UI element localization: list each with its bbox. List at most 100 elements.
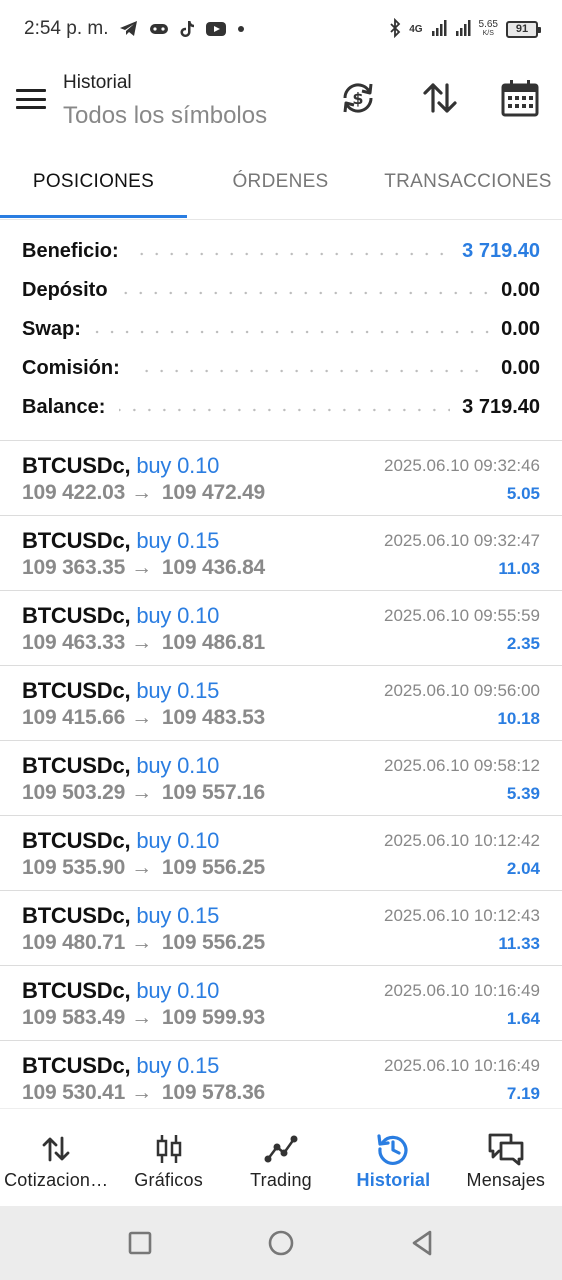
positions-list: BTCUSDc, buy 0.10 109 422.03 → 109 472.49 … [0, 441, 562, 1106]
nav-item-trading[interactable]: Trading [225, 1109, 337, 1206]
price-arrow: → [131, 481, 152, 504]
list-item[interactable]: BTCUSDc, buy 0.10 109 422.03 → 109 472.49 … [0, 441, 562, 516]
nav-item-messages[interactable]: Mensajes [450, 1109, 562, 1206]
nav-item-quotes[interactable]: Cotizacion… [0, 1109, 112, 1206]
price-arrow: → [131, 1081, 152, 1104]
nav-label: Cotizacion… [4, 1170, 109, 1190]
calendar-icon[interactable] [500, 78, 540, 118]
summary-value: 0.00 [501, 357, 540, 379]
position-prices: 109 480.71 → 109 556.25 [22, 931, 265, 955]
dot-leader [133, 367, 490, 374]
app-header: Historial Todos los símbolos $ [0, 58, 562, 144]
position-time: 2025.06.10 09:55:59 [384, 606, 540, 625]
arrows-updown-icon [41, 1131, 71, 1167]
net-speed-value: 5.65 [478, 19, 498, 30]
close-price: 109 599.93 [161, 1006, 266, 1029]
list-item[interactable]: BTCUSDc, buy 0.10 109 583.49 → 109 599.93 … [0, 966, 562, 1041]
list-item[interactable]: BTCUSDc, buy 0.10 109 503.29 → 109 557.16 … [0, 741, 562, 816]
list-item[interactable]: BTCUSDc, buy 0.10 109 535.90 → 109 556.25 … [0, 816, 562, 891]
position-time: 2025.06.10 10:16:49 [384, 1056, 540, 1075]
home-icon[interactable] [261, 1223, 301, 1263]
dot-leader [121, 289, 490, 296]
position-profit: 11.33 [498, 934, 540, 953]
close-price: 109 556.25 [161, 931, 266, 954]
tab-orders[interactable]: ÓRDENES [187, 150, 374, 214]
nav-item-charts[interactable]: Gráficos [112, 1109, 224, 1206]
position-time: 2025.06.10 10:12:42 [384, 831, 540, 850]
close-price: 109 578.36 [161, 1081, 266, 1104]
history-icon [376, 1131, 410, 1167]
trade-side: buy 0.15 [136, 528, 220, 553]
history-tabs: POSICIONES ÓRDENES TRANSACCIONES [0, 150, 562, 220]
symbol-name: BTCUSDc, [22, 753, 131, 778]
summary-row-profit: Beneficio: 3 719.40 [0, 232, 562, 271]
price-arrow: → [131, 706, 152, 729]
symbol-name: BTCUSDc, [22, 828, 131, 853]
system-navigation-bar [0, 1206, 562, 1280]
open-price: 109 480.71 [22, 931, 126, 954]
open-price: 109 463.33 [22, 631, 126, 654]
tab-transactions[interactable]: TRANSACCIONES [374, 150, 562, 214]
position-prices: 109 363.35 → 109 436.84 [22, 556, 265, 580]
candlestick-icon [154, 1131, 184, 1167]
nav-label: Trading [250, 1170, 312, 1190]
position-symbol: BTCUSDc, buy 0.10 [22, 828, 219, 854]
youtube-icon [205, 21, 227, 37]
trend-line-icon [264, 1131, 298, 1167]
back-icon[interactable] [402, 1223, 442, 1263]
position-prices: 109 422.03 → 109 472.49 [22, 481, 265, 505]
close-price: 109 472.49 [161, 481, 266, 504]
list-item[interactable]: BTCUSDc, buy 0.10 109 463.33 → 109 486.81 … [0, 591, 562, 666]
open-price: 109 363.35 [22, 556, 126, 579]
telegram-icon [119, 20, 139, 38]
position-profit: 2.35 [506, 634, 540, 653]
status-left: 2:54 p. m. [24, 18, 245, 40]
list-item[interactable]: BTCUSDc, buy 0.15 109 363.35 → 109 436.84 … [0, 516, 562, 591]
list-item[interactable]: BTCUSDc, buy 0.15 109 415.66 → 109 483.53 … [0, 666, 562, 741]
list-item[interactable]: BTCUSDc, buy 0.15 109 530.41 → 109 578.36 … [0, 1041, 562, 1106]
nav-label: Mensajes [466, 1170, 546, 1190]
status-time: 2:54 p. m. [24, 18, 109, 39]
position-time: 2025.06.10 09:32:47 [384, 531, 540, 550]
position-symbol: BTCUSDc, buy 0.15 [22, 903, 219, 929]
position-profit: 10.18 [497, 709, 540, 728]
summary-label: Balance: [22, 396, 106, 418]
summary-row-swap: Swap: 0.00 [0, 310, 562, 349]
position-prices: 109 530.41 → 109 578.36 [22, 1081, 265, 1105]
open-price: 109 503.29 [22, 781, 126, 804]
nav-label: Historial [356, 1170, 431, 1190]
price-arrow: → [131, 856, 152, 879]
symbol-name: BTCUSDc, [22, 528, 131, 553]
network-type: 4G [409, 23, 423, 35]
symbol-filter[interactable]: Todos los símbolos [63, 102, 267, 130]
summary-value: 3 719.40 [462, 396, 540, 418]
position-time: 2025.06.10 10:16:49 [384, 981, 540, 1000]
summary-value: 0.00 [501, 318, 540, 340]
summary-label: Swap: [22, 318, 81, 340]
page-title: Historial [63, 72, 132, 93]
hamburger-menu-icon[interactable] [16, 86, 46, 112]
symbol-name: BTCUSDc, [22, 1053, 131, 1078]
summary-label: Depósito [22, 279, 108, 301]
position-symbol: BTCUSDc, buy 0.15 [22, 1053, 219, 1079]
position-time: 2025.06.10 09:56:00 [384, 681, 540, 700]
currency-exchange-icon[interactable]: $ [338, 78, 378, 118]
status-bar: 2:54 p. m. 4G 5.65 K/S 91 [0, 0, 562, 58]
position-profit: 2.04 [506, 859, 540, 878]
symbol-name: BTCUSDc, [22, 678, 131, 703]
bluetooth-icon [389, 17, 401, 41]
recents-icon[interactable] [120, 1223, 160, 1263]
close-price: 109 436.84 [161, 556, 266, 579]
sort-icon[interactable] [420, 78, 460, 118]
symbol-name: BTCUSDc, [22, 603, 131, 628]
status-right: 4G 5.65 K/S 91 [389, 17, 541, 41]
price-arrow: → [131, 631, 152, 654]
trade-side: buy 0.10 [136, 603, 220, 628]
svg-text:$: $ [352, 89, 363, 108]
tiktok-icon [179, 20, 195, 38]
list-item[interactable]: BTCUSDc, buy 0.15 109 480.71 → 109 556.25 … [0, 891, 562, 966]
position-symbol: BTCUSDc, buy 0.15 [22, 528, 219, 554]
nav-item-history[interactable]: Historial [337, 1109, 449, 1206]
gamepad-icon [149, 21, 169, 37]
tab-positions[interactable]: POSICIONES [0, 150, 187, 214]
